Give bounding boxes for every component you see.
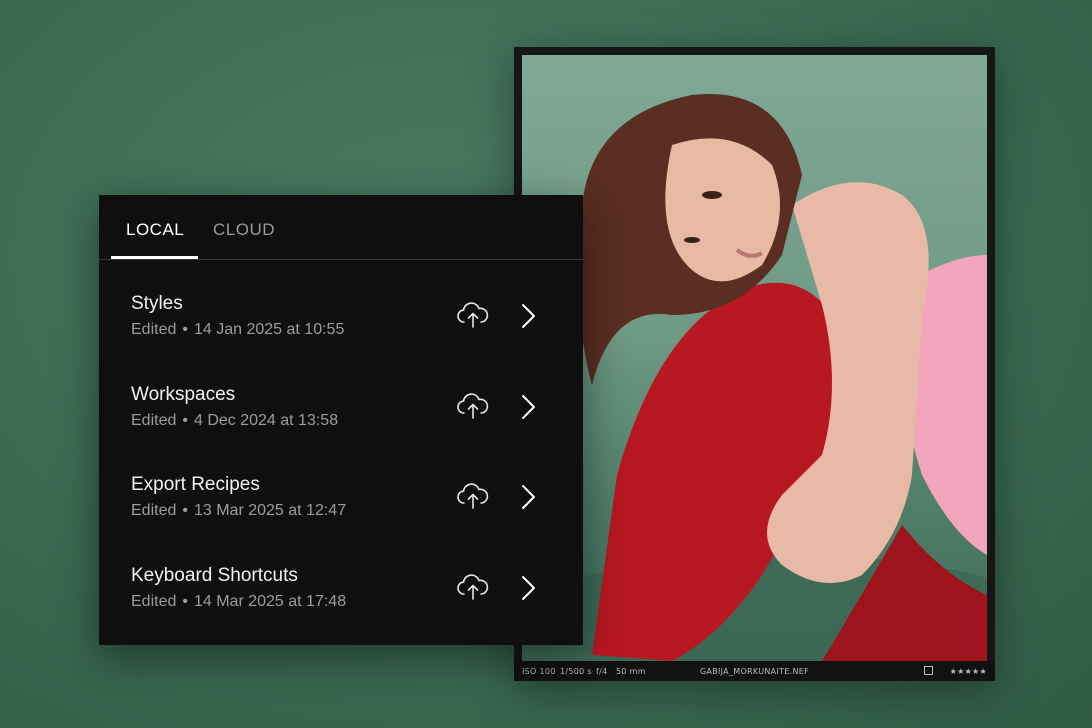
tab-bar: LOCAL CLOUD [99,195,583,260]
item-title: Styles [131,293,183,314]
item-title: Workspaces [131,383,236,405]
item-subtitle: Edited • 13 Mar 2025 at 12:47 [131,502,347,520]
edited-date: 4 Dec 2024 at 13:58 [193,411,339,429]
edited-date: 14 Jan 2025 at 10:55 [193,321,345,338]
list-item-keyboard-shortcuts[interactable]: Keyboard Shortcuts Edited • 14 Mar 2025 at… [99,531,583,622]
filename: GABIJA_MORKUNAITE.NEF [699,667,810,676]
photo-canvas[interactable] [522,55,987,661]
cloud-upload-icon[interactable] [455,392,491,420]
tab-cloud[interactable]: CLOUD [213,220,275,240]
chevron-right-icon[interactable] [513,482,543,512]
library-list: Styles Edited • 14 Jan 2025 at 10:55 Works… [99,259,583,622]
edited-date: 13 Mar 2025 at 12:47 [193,502,347,520]
cloud-upload-icon[interactable] [455,301,491,329]
chevron-right-icon[interactable] [513,392,543,422]
tab-local[interactable]: LOCAL [126,220,184,240]
item-subtitle: Edited • 14 Jan 2025 at 10:55 [131,321,345,338]
edited-label: Edited [131,411,177,429]
cloud-upload-icon[interactable] [455,482,491,510]
list-item-styles[interactable]: Styles Edited • 14 Jan 2025 at 10:55 [99,259,583,350]
list-item-export-recipes[interactable]: Export Recipes Edited • 13 Mar 2025 at 12:… [99,440,583,531]
edited-label: Edited [131,321,177,338]
edited-label: Edited [131,502,177,520]
chevron-right-icon[interactable] [513,301,543,331]
item-title: Export Recipes [131,474,260,496]
portrait-photo [522,94,987,661]
chevron-right-icon[interactable] [513,573,543,603]
edited-date: 14 Mar 2025 at 17:48 [193,593,347,611]
photo-info-bar: ISO 100 1/500 s f/4 50 mm GABIJA_MORKUNA… [514,661,995,681]
library-panel: LOCAL CLOUD Styles Edited • 14 Jan 2025 at… [99,195,583,645]
edited-label: Edited [131,593,177,611]
select-checkbox[interactable] [924,666,933,675]
item-title: Keyboard Shortcuts [131,565,298,587]
item-subtitle: Edited • 14 Mar 2025 at 17:48 [131,593,347,611]
photo-viewer: ISO 100 1/500 s f/4 50 mm GABIJA_MORKUNA… [514,47,995,681]
star-rating[interactable]: ★★★★★ [950,667,987,676]
cloud-upload-icon[interactable] [455,573,491,601]
list-item-workspaces[interactable]: Workspaces Edited • 4 Dec 2024 at 13:58 [99,350,583,441]
item-subtitle: Edited • 4 Dec 2024 at 13:58 [131,411,339,429]
